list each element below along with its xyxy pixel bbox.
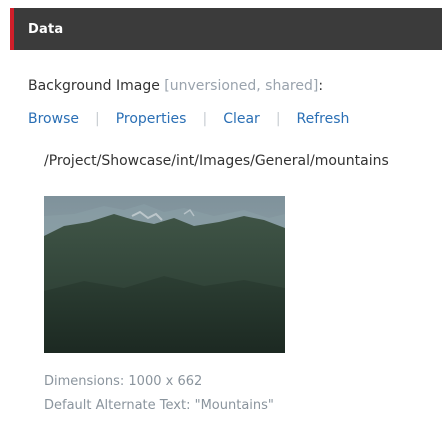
clear-link[interactable]: Clear <box>223 111 260 127</box>
image-alt-text: Default Alternate Text: "Mountains" <box>44 398 274 413</box>
alt-text-value: "Mountains" <box>194 398 274 413</box>
image-actions-bar: Browse | Properties | Clear | Refresh <box>28 109 349 129</box>
properties-link[interactable]: Properties <box>116 111 187 127</box>
section-title: Data <box>28 21 64 37</box>
action-separator: | <box>94 111 100 127</box>
image-path: /Project/Showcase/int/Images/General/mou… <box>44 153 389 169</box>
field-label-text: Background Image <box>28 78 160 94</box>
browse-link[interactable]: Browse <box>28 111 79 127</box>
refresh-link[interactable]: Refresh <box>297 111 350 127</box>
dimensions-label: Dimensions: <box>44 374 125 389</box>
field-label-suffix: : <box>318 78 324 94</box>
image-thumbnail[interactable] <box>44 196 285 353</box>
image-dimensions: Dimensions: 1000 x 662 <box>44 374 202 389</box>
section-header-data[interactable]: Data <box>10 8 442 50</box>
alt-text-label: Default Alternate Text: <box>44 398 191 413</box>
action-separator: | <box>202 111 208 127</box>
mountains-thumbnail-graphic <box>44 196 285 353</box>
field-meta-text: [unversioned, shared] <box>164 78 319 94</box>
action-separator: | <box>275 111 281 127</box>
dimensions-value: 1000 x 662 <box>128 374 203 389</box>
field-label-background-image: Background Image [unversioned, shared]: <box>28 78 323 94</box>
